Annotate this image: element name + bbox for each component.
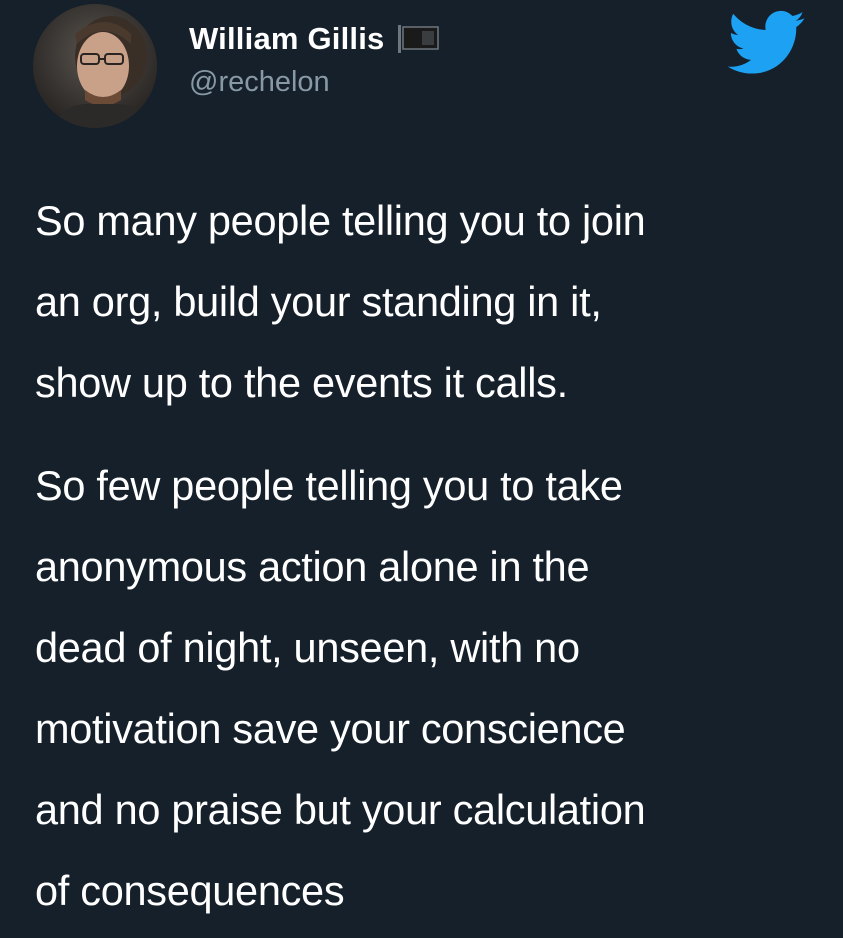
tweet-text: So many people telling you to join an or… bbox=[35, 180, 825, 931]
author-name-row: William Gillis bbox=[189, 20, 442, 58]
author-info: William Gillis @rechelon bbox=[189, 20, 442, 99]
black-flag-icon bbox=[396, 24, 442, 54]
profile-photo-icon bbox=[33, 4, 157, 128]
author-handle[interactable]: @rechelon bbox=[189, 66, 442, 99]
tweet-card: William Gillis @rechelon So many people … bbox=[0, 0, 843, 938]
author-display-name[interactable]: William Gillis bbox=[189, 21, 384, 57]
author-avatar[interactable] bbox=[33, 4, 157, 128]
twitter-bird-icon bbox=[727, 8, 806, 78]
tweet-paragraph: So few people telling you to take anonym… bbox=[35, 462, 646, 914]
tweet-paragraph: So many people telling you to join an or… bbox=[35, 197, 646, 406]
